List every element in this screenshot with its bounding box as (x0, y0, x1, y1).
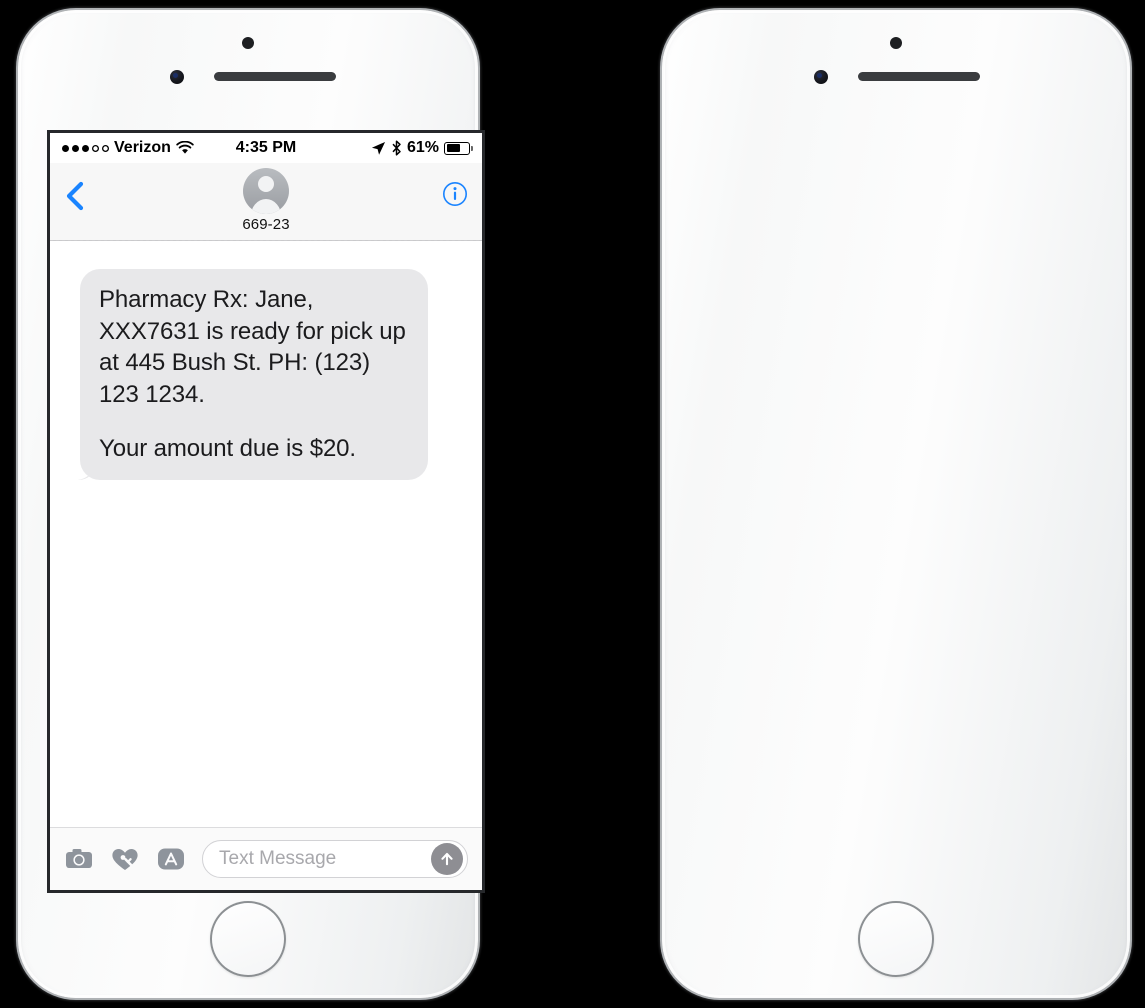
message-compose-toolbar: Text Message (50, 827, 482, 890)
iphone-device-right: Verizon 11:38 AM 94% (662, 10, 1130, 998)
bubble-line-1: Pharmacy Rx: Jane, (99, 286, 314, 313)
proximity-sensor (242, 37, 254, 49)
screenshot-stage: Verizon 4:35 PM 61% 669-23 Pharmacy Rx: … (0, 0, 1145, 1008)
info-button[interactable] (442, 181, 468, 207)
iphone-device-left: Verizon 4:35 PM 61% 669-23 Pharmacy Rx: … (18, 10, 482, 998)
wifi-icon (176, 141, 194, 154)
conversation-header: 669-23 (50, 163, 482, 241)
device-bezel-highlight (662, 10, 1130, 998)
location-arrow-icon (371, 141, 386, 155)
battery-icon (444, 141, 473, 155)
send-button[interactable] (431, 843, 463, 875)
text-message-input[interactable]: Text Message (202, 840, 468, 878)
home-button[interactable] (210, 901, 286, 977)
front-camera (814, 70, 828, 84)
status-bar-right-group: 61% (371, 139, 473, 157)
camera-icon[interactable] (64, 844, 94, 874)
bubble-line-3: at 445 Bush St. PH: (123) (99, 349, 370, 377)
home-button[interactable] (858, 901, 934, 977)
contact-block[interactable]: 669-23 (50, 168, 482, 233)
earpiece-speaker (214, 72, 336, 81)
app-store-icon[interactable] (156, 844, 186, 874)
bluetooth-icon (392, 140, 401, 156)
digital-touch-heart-icon[interactable] (110, 844, 140, 874)
messages-app-screen: Verizon 4:35 PM 61% 669-23 Pharmacy Rx: … (50, 133, 482, 890)
bubble-line-2: XXX7631 is ready for pick up (99, 317, 406, 345)
earpiece-speaker (858, 72, 980, 81)
status-bar-left-group: Verizon (62, 139, 194, 157)
carrier-label: Verizon (114, 139, 171, 156)
message-list: Pharmacy Rx: Jane, XXX7631 is ready for … (50, 241, 482, 827)
signal-dots-icon (62, 144, 109, 152)
status-bar-left: Verizon 4:35 PM 61% (50, 133, 482, 163)
text-message-placeholder: Text Message (219, 848, 337, 869)
battery-percent-label: 61% (406, 139, 439, 156)
contact-name: 669-23 (242, 216, 290, 233)
bubble-line-4: 123 1234. (99, 381, 205, 409)
proximity-sensor (890, 37, 902, 49)
bubble-line-5: Your amount due is $20. (99, 434, 357, 462)
bubble-blank-line (99, 411, 411, 433)
message-bubble-incoming[interactable]: Pharmacy Rx: Jane, XXX7631 is ready for … (80, 269, 428, 481)
avatar (243, 168, 289, 214)
front-camera (170, 70, 184, 84)
